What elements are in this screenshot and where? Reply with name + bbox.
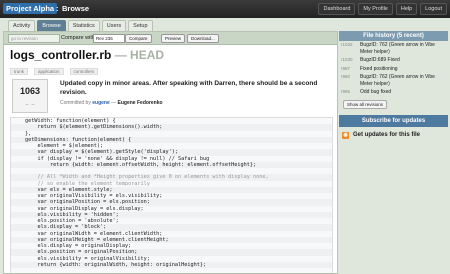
code-text: els.display = originalDisplay; xyxy=(25,243,132,249)
history-revision: r965 xyxy=(341,89,351,94)
file-title: logs_controller.rb — HEAD xyxy=(10,48,164,62)
subscribe-link-label: Get updates for this file xyxy=(353,132,421,138)
nav-help[interactable]: Help xyxy=(395,3,418,15)
path-trunk[interactable]: trunk xyxy=(10,68,29,75)
compare-button[interactable]: Compare xyxy=(125,34,152,43)
code-text: }, xyxy=(25,130,32,137)
history-item[interactable]: r980 BugzID: 762 (Green arrow in Vibe Met… xyxy=(339,73,448,88)
compare-label: Compare with xyxy=(61,35,95,41)
history-message: BugzID: 762 (Green arrow in Vibe Meter h… xyxy=(360,42,435,55)
history-message: Fixed positioning xyxy=(360,65,398,72)
file-history-list: r1032 BugzID: 762 (Green arrow in Vibe Me… xyxy=(339,41,448,97)
main-tabs: Activity Browse Statistics Users Setup xyxy=(8,20,153,31)
history-item[interactable]: r965 Odd bug fixed xyxy=(339,88,448,97)
tab-setup[interactable]: Setup xyxy=(128,20,153,31)
history-message: BugzID:689 Fixed xyxy=(360,57,400,63)
tab-activity[interactable]: Activity xyxy=(8,20,36,31)
code-text: var originalWidth = element.clientWidth; xyxy=(25,230,163,237)
project-name[interactable]: Project Alpha xyxy=(3,3,58,14)
sidebar: File history (5 recent) r1032 BugzID: 762… xyxy=(339,31,448,144)
compare-revision-select[interactable]: Rev 235 xyxy=(93,34,125,43)
code-text: getDimensions: function(element) { xyxy=(25,136,132,143)
show-all-revisions-button[interactable]: Show all revisions xyxy=(343,99,388,109)
nav-logout[interactable]: Logout xyxy=(420,3,447,15)
download-button[interactable]: Download... xyxy=(187,34,219,43)
code-line: return {width: originalWidth, height: or… xyxy=(11,261,332,268)
code-text: if (display != 'none' && display != null… xyxy=(25,155,210,162)
nav-dashboard[interactable]: Dashboard xyxy=(318,3,356,15)
code-text: els.visibility = 'hidden'; xyxy=(25,211,119,218)
subscribe-heading: Subscribe for updates xyxy=(339,114,448,127)
path-controllers[interactable]: controllers xyxy=(69,68,99,75)
code-text: var originalHeight = element.clientHeigh… xyxy=(25,236,169,243)
revision-input[interactable]: go to revision xyxy=(8,34,60,43)
code-text: return {width: element.offsetWidth, heig… xyxy=(25,161,257,168)
file-toolbar: go to revision Compare with Rev 235 Comp… xyxy=(4,32,337,45)
breadcrumb: trunk application controllers xyxy=(10,68,99,75)
rss-icon: ◉ xyxy=(342,131,349,139)
code-text: els.position = originalPosition; xyxy=(25,249,138,256)
main-panel: go to revision Compare with Rev 235 Comp… xyxy=(3,31,338,274)
code-text: var originalVisibility = els.visibility; xyxy=(25,193,163,199)
commit-author: Committed by eugene — Eugene Fedorenko xyxy=(60,100,163,106)
preview-button[interactable]: Preview xyxy=(161,34,186,43)
history-message: BugzID: 762 (Green arrow in Vibe Meter h… xyxy=(360,74,435,87)
code-text: // so enable the element temporarily xyxy=(25,180,150,187)
history-revision: r1032 xyxy=(341,42,353,47)
committer-username[interactable]: eugene xyxy=(92,100,110,106)
title-separator: — xyxy=(114,48,127,62)
commit-message: Updated copy in minor areas. After speak… xyxy=(60,80,318,96)
page-title: Browse xyxy=(62,4,90,13)
committer-fullname: Eugene Fedorenko xyxy=(117,100,163,106)
code-text: els.visibility = originalVisibility; xyxy=(25,255,150,262)
history-revision: r980 xyxy=(341,74,351,79)
top-nav: Dashboard My Profile Help Logout xyxy=(318,3,447,15)
subscribe-link[interactable]: ◉ Get updates for this file xyxy=(339,127,448,144)
code-text: // All *Width and *Height properties giv… xyxy=(25,174,269,181)
breadcrumb-separator: : xyxy=(56,4,59,13)
history-message: Odd bug fixed xyxy=(360,89,392,95)
history-revision: r987 xyxy=(341,65,351,71)
history-revision: r1030 xyxy=(341,57,353,62)
code-text: var originalDisplay = els.display; xyxy=(25,205,144,212)
tab-browse[interactable]: Browse xyxy=(37,20,66,31)
code-viewer: getWidth: function(element) { return $(e… xyxy=(10,117,333,273)
commit-info: 1063 ← → Updated copy in minor areas. Af… xyxy=(12,79,331,113)
file-history-heading: File history (5 recent) xyxy=(339,31,448,41)
code-text: return {width: originalWidth, height: or… xyxy=(25,261,207,268)
tab-statistics[interactable]: Statistics xyxy=(67,20,100,31)
path-application[interactable]: application xyxy=(34,68,64,75)
history-item[interactable]: r1032 BugzID: 762 (Green arrow in Vibe Me… xyxy=(339,41,448,56)
top-bar: Project Alpha : Browse Dashboard My Prof… xyxy=(0,0,450,18)
code-text: els.display = 'block'; xyxy=(25,224,107,231)
committed-by-label: Committed by xyxy=(60,100,91,106)
revision-number: 1063 xyxy=(19,86,41,96)
history-item[interactable]: r1030 BugzID:689 Fixed xyxy=(339,56,448,65)
code-text: els.position = 'absolute'; xyxy=(25,218,119,224)
revision-nav-arrows[interactable]: ← → xyxy=(13,101,47,106)
code-text: return $(element).getDimensions().width; xyxy=(25,124,163,131)
revision-box: 1063 ← → xyxy=(12,79,48,113)
code-text: getWidth: function(element) { xyxy=(25,118,116,124)
code-text: var display = $(element).getStyle('displ… xyxy=(25,149,179,156)
tab-users[interactable]: Users xyxy=(101,20,127,31)
code-text: var originalPosition = els.position; xyxy=(25,199,150,206)
nav-my-profile[interactable]: My Profile xyxy=(358,3,393,15)
code-text: element = $(element); xyxy=(25,143,104,149)
history-item[interactable]: r987 Fixed positioning xyxy=(339,65,448,74)
code-text: var els = element.style; xyxy=(25,186,113,193)
file-revision: HEAD xyxy=(130,48,165,62)
file-name: logs_controller.rb xyxy=(10,48,112,62)
